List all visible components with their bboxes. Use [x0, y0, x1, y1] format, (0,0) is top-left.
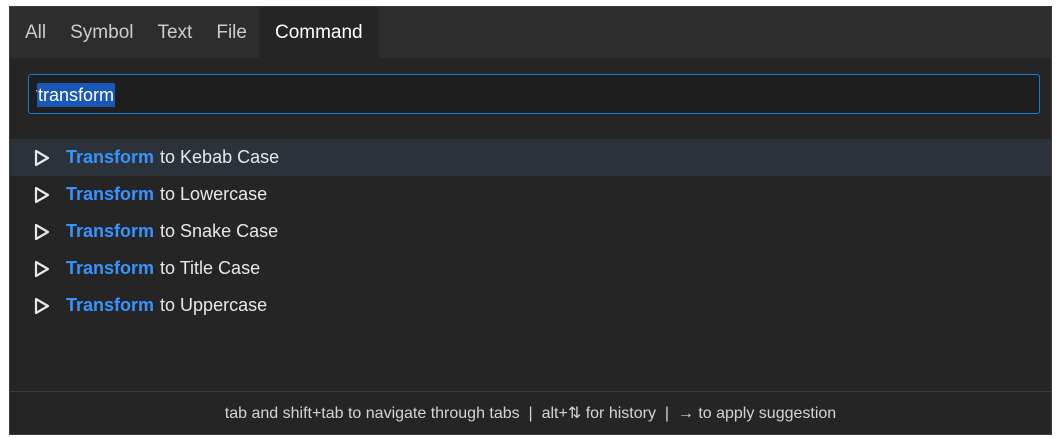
tab-bar: All Symbol Text File Command	[10, 7, 1051, 58]
result-match-text: Transform	[66, 147, 155, 167]
play-outline-icon	[34, 260, 50, 277]
play-outline-icon	[34, 297, 50, 314]
keyboard-hint-footer: tab and shift+tab to navigate through ta…	[10, 391, 1051, 434]
result-match-text: Transform	[66, 184, 155, 204]
tab-symbol[interactable]: Symbol	[58, 7, 145, 58]
result-text: to Uppercase	[160, 295, 268, 315]
result-text: to Title Case	[160, 258, 261, 278]
result-item[interactable]: Transform to Lowercase	[10, 176, 1051, 213]
result-text: to Kebab Case	[160, 147, 280, 167]
result-match-text: Transform	[66, 221, 155, 241]
result-match-text: Transform	[66, 295, 155, 315]
result-text: to Snake Case	[160, 221, 279, 241]
search-box[interactable]: transform	[28, 74, 1040, 114]
tab-all[interactable]: All	[13, 7, 58, 58]
results-list: Transform to Kebab Case Transform to Low…	[10, 139, 1051, 324]
tab-command[interactable]: Command	[258, 7, 379, 58]
footer-hint-text: tab and shift+tab to navigate through ta…	[224, 405, 837, 422]
result-match-text: Transform	[66, 258, 155, 278]
tab-text[interactable]: Text	[145, 7, 204, 58]
play-outline-icon	[34, 223, 50, 240]
command-palette: All Symbol Text File Command transform T…	[9, 6, 1052, 435]
result-item[interactable]: Transform to Uppercase	[10, 287, 1051, 324]
result-item[interactable]: Transform to Title Case	[10, 250, 1051, 287]
result-item[interactable]: Transform to Snake Case	[10, 213, 1051, 250]
search-input[interactable]	[36, 75, 1039, 113]
play-outline-icon	[34, 186, 50, 203]
result-text: to Lowercase	[160, 184, 268, 204]
play-outline-icon	[34, 149, 50, 166]
tab-file[interactable]: File	[204, 7, 259, 58]
result-item[interactable]: Transform to Kebab Case	[10, 139, 1051, 176]
